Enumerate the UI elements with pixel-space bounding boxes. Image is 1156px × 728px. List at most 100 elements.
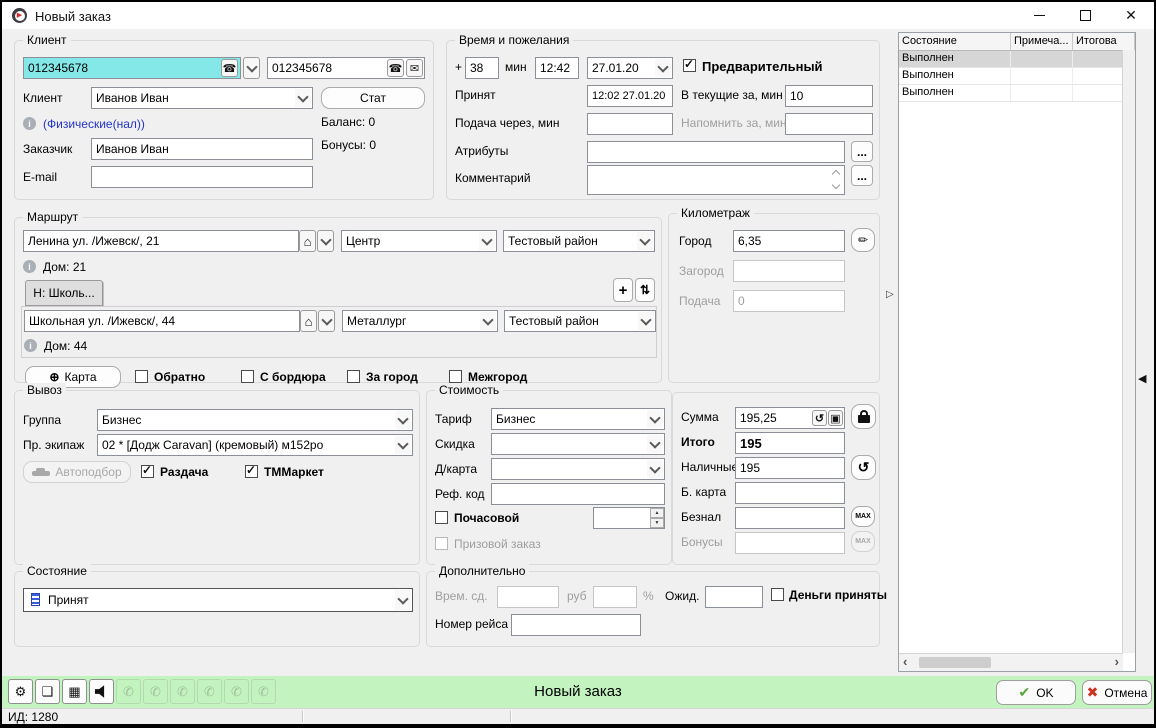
column-header-note[interactable]: Примеча... [1011,33,1073,50]
to-home-button[interactable]: ⌂ [300,310,317,332]
crew-group-combo[interactable]: Бизнес [97,409,413,431]
order-state-combo[interactable]: Принят [23,588,413,612]
scroll-right-icon[interactable]: › [1115,654,1119,670]
scrollbar-thumb[interactable] [919,657,991,668]
hourly-checkbox[interactable] [435,511,448,524]
history-vertical-scrollbar[interactable] [1122,50,1135,653]
chevron-down-icon[interactable] [395,411,411,429]
autoselect-button[interactable]: Автоподбор [23,461,131,483]
call-alt-phone-button[interactable]: ☎ [387,59,404,77]
sum-recalc-button[interactable]: ↺ [812,410,827,426]
history-horizontal-scrollbar[interactable]: ‹ › [899,653,1123,671]
money-accepted-checkbox[interactable] [771,588,784,601]
return-checkbox[interactable] [135,370,148,383]
flight-number-input[interactable] [511,614,641,636]
total-input[interactable] [735,432,845,454]
to-address-input[interactable] [24,310,300,332]
chevron-down-icon[interactable] [479,232,495,250]
minimize-button[interactable] [1016,2,1062,29]
from-district-combo[interactable]: Тестовый район [503,230,655,252]
reorder-stops-button[interactable]: ⇅ [635,278,655,302]
preliminary-checkbox[interactable] [683,59,696,72]
hourly-spinner[interactable]: ▲ ▼ [650,508,664,528]
spin-up-icon[interactable]: ▲ [650,508,664,518]
stop-point-tab[interactable]: Н: Школь... [25,280,103,306]
intercity-checkbox[interactable] [449,370,462,383]
tariff-combo[interactable]: Бизнес [491,408,665,430]
cashless-max-button[interactable]: MAX [851,506,875,527]
to-district-combo[interactable]: Тестовый район [504,310,656,332]
cash-recalc-button[interactable]: ↺ [851,455,876,480]
column-header-state[interactable]: Состояние [899,33,1011,50]
chevron-down-icon[interactable] [647,435,663,453]
chevron-down-icon[interactable] [655,59,671,77]
accepted-input[interactable] [587,85,673,107]
chevron-down-icon[interactable] [638,312,654,330]
bankcard-input[interactable] [735,482,845,504]
ok-button[interactable]: ✔ OK [996,680,1076,705]
chevron-down-icon[interactable] [480,312,496,330]
offset-minutes-input[interactable] [465,57,499,79]
feed-km-input[interactable] [733,290,845,312]
call-phone-button[interactable]: ☎ [221,59,238,77]
history-row[interactable]: Выполнен [899,85,1135,102]
suburb-km-input[interactable] [733,260,845,282]
to-zone-combo[interactable]: Металлург [342,310,498,332]
out-of-town-checkbox[interactable] [347,370,360,383]
add-stop-button[interactable]: + [613,278,633,302]
curb-checkbox[interactable] [241,370,254,383]
edit-mileage-button[interactable]: ✏ [851,228,875,252]
time-shift-input[interactable] [497,586,559,608]
comment-more-button[interactable]: ... [851,165,873,186]
chevron-down-icon[interactable] [295,89,311,107]
from-home-button[interactable]: ⌂ [299,230,316,252]
from-address-input[interactable] [23,230,299,252]
rub-percent-input[interactable] [593,586,637,608]
scroll-left-icon[interactable]: ‹ [903,654,907,670]
close-button[interactable]: ✕ [1108,2,1154,29]
history-row[interactable]: Выполнен [899,51,1135,68]
in-current-input[interactable] [785,85,873,107]
chevron-down-icon[interactable] [647,410,663,428]
from-address-dropdown[interactable] [317,230,334,252]
chevron-down-icon[interactable] [647,460,663,478]
submit-in-input[interactable] [587,113,673,135]
stat-button[interactable]: Стат [321,87,425,109]
splitter-expand-icon[interactable]: ▷ [886,289,894,300]
distribution-checkbox[interactable] [141,465,154,478]
city-km-input[interactable] [733,230,845,252]
date-combo[interactable]: 27.01.20 [587,57,673,79]
column-header-total[interactable]: Итогова [1073,33,1135,50]
phone-main-input[interactable] [23,57,241,79]
discount-combo[interactable] [491,433,665,455]
attributes-more-button[interactable]: ... [851,141,873,162]
bonuses-input[interactable] [735,532,845,554]
comment-textarea[interactable] [587,165,845,195]
dcard-combo[interactable] [491,458,665,480]
preferred-crew-combo[interactable]: 02 * [Додж Caravan] (кремовый) м152ро [97,434,413,456]
cash-input[interactable] [735,457,845,479]
cashless-input[interactable] [735,507,845,529]
attributes-input[interactable] [587,141,845,163]
chevron-down-icon[interactable] [395,436,411,454]
history-row[interactable]: Выполнен [899,68,1135,85]
maximize-button[interactable] [1062,2,1108,29]
lock-sum-button[interactable] [851,404,876,429]
sum-paste-button[interactable]: ▣ [828,410,843,426]
chevron-down-icon[interactable] [637,232,653,250]
time-input[interactable] [535,57,579,79]
phone-dropdown-button[interactable] [243,57,260,79]
refcode-input[interactable] [491,483,665,505]
spin-down-icon[interactable]: ▼ [650,518,664,528]
sms-button[interactable]: ✉ [406,59,423,77]
panel-collapse-icon[interactable]: ◀ [1138,372,1146,385]
tmmarket-checkbox[interactable] [245,465,258,478]
remind-input[interactable] [785,113,873,135]
client-combo[interactable]: Иванов Иван [91,87,313,109]
customer-input[interactable] [91,138,313,160]
email-input[interactable] [91,166,313,188]
from-zone-combo[interactable]: Центр [341,230,497,252]
client-category-link[interactable]: (Физические(нал)) [43,117,145,131]
wait-input[interactable] [705,586,763,608]
cancel-button[interactable]: ✖ Отмена [1082,680,1152,705]
